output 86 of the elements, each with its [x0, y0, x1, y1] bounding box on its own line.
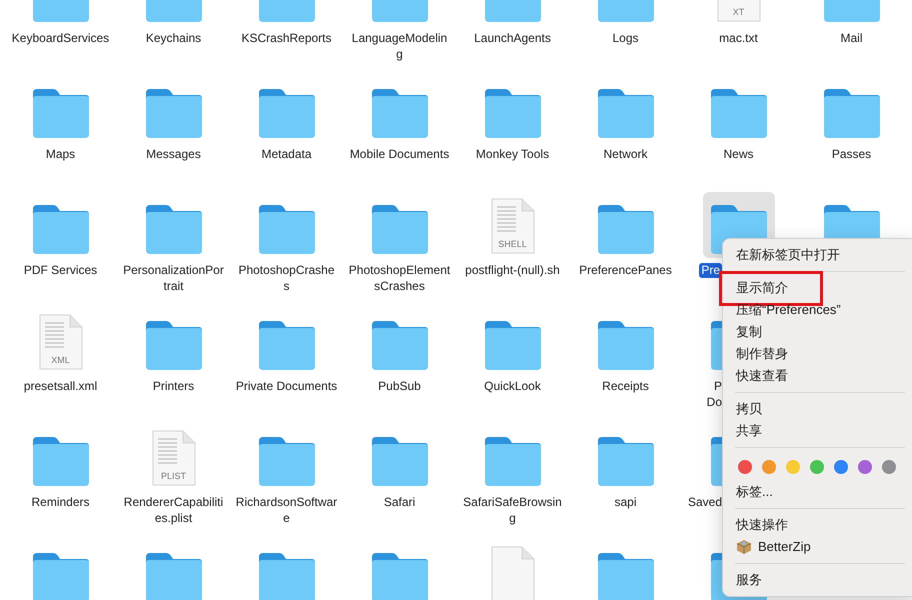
file-name: KeyboardServices	[12, 31, 110, 45]
folder-icon	[30, 551, 90, 600]
folder-icon	[482, 87, 542, 139]
folder-icon	[256, 435, 316, 487]
file-name: PubSub	[378, 379, 421, 393]
folder-icon	[370, 87, 430, 139]
menu-item[interactable]: 快速操作	[728, 514, 912, 536]
file-type-label: SHELL	[498, 239, 527, 250]
file-name: RichardsonSoftware	[236, 495, 338, 525]
folder-icon	[370, 551, 430, 600]
folder-icon	[256, 87, 316, 139]
folder-icon	[256, 551, 316, 600]
file-type-label: XT	[732, 7, 744, 18]
file-type-label: XML	[51, 355, 70, 366]
file-name: Private Documents	[236, 379, 338, 393]
file-name: Monkey Tools	[476, 147, 550, 161]
file-name: LanguageModeling	[352, 31, 448, 61]
file-name: postflight-(null).sh	[465, 263, 560, 277]
file-name: Pre	[699, 263, 722, 278]
folder-icon	[30, 203, 90, 255]
menu-item[interactable]: 压缩“Preferences”	[728, 299, 912, 321]
file-name: Safari	[384, 495, 416, 509]
file-name: LaunchAgents	[474, 31, 551, 45]
file-name: mac.txt	[719, 31, 758, 45]
file-name: PhotoshopCrashes	[238, 263, 335, 293]
folder-icon	[370, 435, 430, 487]
file-name: Maps	[46, 147, 76, 161]
app-name: BetterZip	[758, 538, 811, 556]
file-name: KSCrashReports	[241, 31, 332, 45]
folder-icon	[596, 87, 656, 139]
folder-icon	[482, 319, 542, 371]
folder-icon	[30, 87, 90, 139]
menu-item[interactable]: 服务	[728, 569, 912, 591]
file-name: Saved	[688, 495, 722, 509]
menu-item[interactable]: 快速查看	[728, 365, 912, 387]
document-icon	[490, 197, 536, 255]
folder-icon	[822, 87, 882, 139]
folder-icon	[144, 203, 204, 255]
file-name: RendererCapabilities.plist	[124, 495, 224, 525]
folder-icon	[482, 435, 542, 487]
file-name: presetsall.xml	[24, 379, 98, 393]
file-name: Passes	[832, 147, 872, 161]
file-name: Reminders	[31, 495, 90, 509]
file-name: Receipts	[602, 379, 649, 393]
file-name: News	[723, 147, 754, 161]
file-name: Metadata	[261, 147, 312, 161]
folder-icon	[30, 435, 90, 487]
menu-item[interactable]: 标签...	[728, 481, 912, 503]
menu-item[interactable]: 拷贝	[728, 398, 912, 420]
folder-icon	[596, 319, 656, 371]
folder-icon	[256, 203, 316, 255]
menu-item[interactable]: 复制	[728, 321, 912, 343]
menu-item[interactable]: 制作替身	[728, 343, 912, 365]
file-name: sapi	[614, 495, 636, 509]
file-name: Network	[603, 147, 648, 161]
file-name: Messages	[146, 147, 201, 161]
folder-icon	[144, 551, 204, 600]
folder-icon	[256, 319, 316, 371]
file-name: Mail	[840, 31, 862, 45]
folder-icon	[596, 435, 656, 487]
file-name: P Do	[706, 379, 722, 409]
file-name: PhotoshopElementsCrashes	[348, 263, 450, 293]
file-name: QuickLook	[484, 379, 541, 393]
document-icon	[150, 429, 196, 487]
file-name: PDF Services	[24, 263, 98, 277]
file-name: Logs	[612, 31, 639, 45]
menu-item[interactable]: 显示简介	[728, 277, 912, 299]
file-name: Printers	[152, 379, 194, 393]
menu-item[interactable]: 共享	[728, 420, 912, 442]
file-name: Mobile Documents	[350, 147, 450, 161]
document-icon	[38, 313, 84, 371]
folder-icon	[708, 87, 768, 139]
file-name: Keychains	[146, 31, 202, 45]
menu-item[interactable]: 在新标签页中打开	[728, 244, 912, 266]
folder-icon	[596, 203, 656, 255]
file-name: PreferencePanes	[579, 263, 672, 277]
file-type-label: PLIST	[161, 471, 186, 482]
folder-icon	[370, 203, 430, 255]
file-name: SafariSafeBrowsing	[463, 495, 562, 525]
file-name: PersonalizationPortrait	[123, 263, 224, 293]
folder-icon	[596, 551, 656, 600]
folder-icon	[144, 319, 204, 371]
menu-item[interactable]: BetterZip	[728, 536, 912, 558]
box-icon	[736, 539, 752, 555]
folder-icon	[144, 87, 204, 139]
folder-icon	[370, 319, 430, 371]
